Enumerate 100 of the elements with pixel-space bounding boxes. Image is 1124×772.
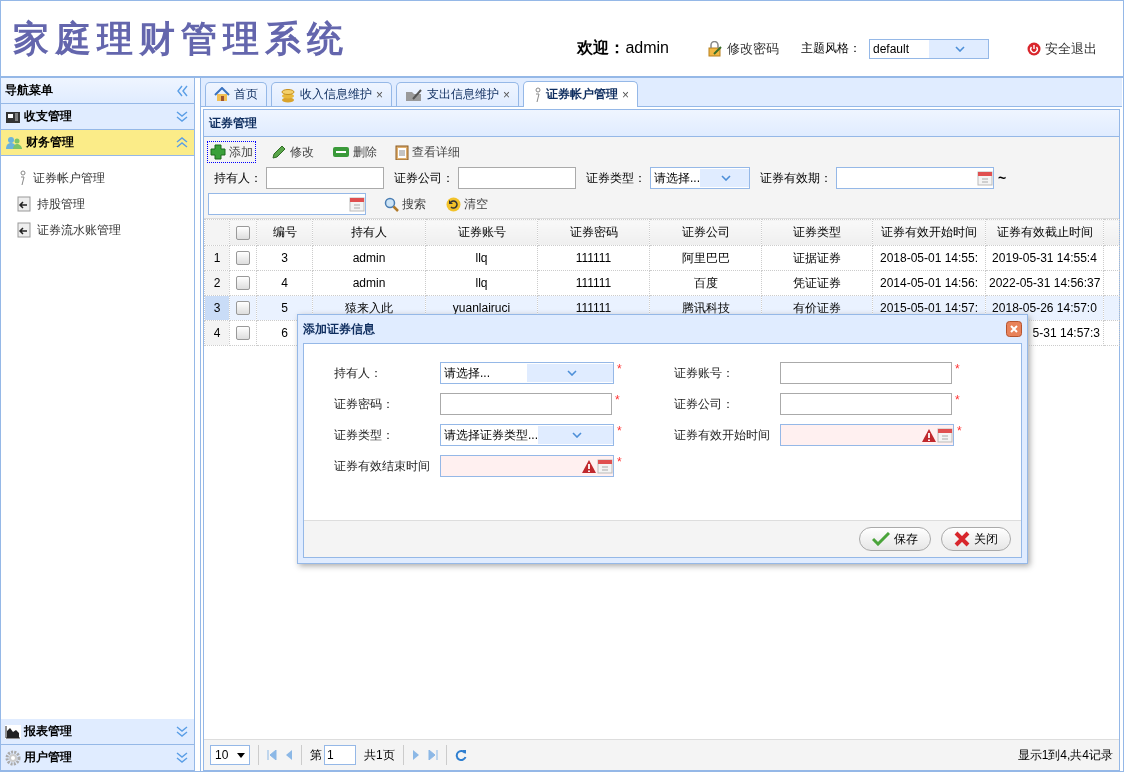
field-label: 证券账号： <box>674 364 735 382</box>
page-size-select[interactable]: 10 <box>210 745 250 765</box>
field-label: 持有人： <box>334 364 383 382</box>
table-cell: 111111 <box>537 270 650 296</box>
toolbar-button[interactable]: 添加 <box>208 142 255 162</box>
tab[interactable]: 证券帐户管理 × <box>523 81 639 107</box>
date-field[interactable] <box>780 424 954 446</box>
close-icon[interactable] <box>1006 321 1022 337</box>
chevron-down-icon <box>572 432 582 438</box>
pencil-icon <box>271 144 287 160</box>
tab[interactable]: 支出信息维护 × <box>396 82 520 106</box>
calendar-icon <box>937 427 953 443</box>
column-header[interactable]: 证券账号 <box>425 219 538 246</box>
info-icon <box>532 86 543 103</box>
next-page-icon <box>411 750 420 760</box>
table-cell: 2018-05-01 14:55: <box>872 245 986 271</box>
coins-icon <box>280 86 296 103</box>
area-chart-icon <box>5 724 21 739</box>
toolbar-button[interactable]: 查看详细 <box>393 142 462 162</box>
column-header[interactable]: 证券有效开始时间 <box>872 219 986 246</box>
checkbox[interactable] <box>236 225 250 240</box>
tab[interactable]: 收入信息维护 × <box>271 82 392 106</box>
date-field[interactable] <box>440 455 614 477</box>
table-cell: 4 <box>256 270 313 296</box>
first-page-icon <box>267 750 277 760</box>
column-header[interactable]: 证券密码 <box>537 219 650 246</box>
table-cell: 凭证证券 <box>761 270 873 296</box>
table-cell: 百度 <box>649 270 762 296</box>
close-icon[interactable]: × <box>376 87 383 102</box>
sidebar-item[interactable]: 证券流水账管理 <box>17 220 194 240</box>
accordion-header[interactable]: 报表管理 <box>1 719 194 745</box>
date-field[interactable] <box>836 167 994 189</box>
sidebar-title: 导航菜单 <box>5 82 53 99</box>
field-label: 证券类型： <box>586 169 646 187</box>
double-chevron-down-icon <box>176 752 188 763</box>
close-icon[interactable]: × <box>503 87 511 102</box>
chevron-down-icon <box>721 175 731 181</box>
checkbox[interactable] <box>236 326 250 341</box>
checkbox[interactable] <box>236 276 250 291</box>
logout-link[interactable]: 安全退出 <box>1027 39 1097 58</box>
change-password-link[interactable]: 修改密码 <box>707 39 779 58</box>
table-cell: 3 <box>256 245 313 271</box>
table-cell: 2019-05-31 14:55:4 <box>985 245 1104 271</box>
theme-label: 主题风格： <box>801 40 861 57</box>
table-cell: llq <box>425 270 538 296</box>
toolbar-button[interactable]: 修改 <box>269 142 316 162</box>
chevron-down-icon <box>955 45 965 52</box>
double-chevron-up-icon <box>176 137 188 148</box>
table-cell: 证据证券 <box>761 245 873 271</box>
accordion-header[interactable]: 财务管理 <box>1 130 194 156</box>
column-header[interactable]: 编号 <box>256 219 313 246</box>
filter-button[interactable]: 清空 <box>444 194 490 214</box>
minus-icon <box>332 146 350 158</box>
column-header[interactable]: 证券公司 <box>649 219 762 246</box>
column-header[interactable]: 持有人 <box>312 219 426 246</box>
dialog-button[interactable]: 保存 <box>859 527 931 551</box>
table-cell: llq <box>425 245 538 271</box>
accordion-header[interactable]: 用户管理 <box>1 745 194 771</box>
search-icon <box>384 196 399 212</box>
calendar-icon <box>349 196 365 212</box>
theme-select[interactable]: default <box>869 38 989 59</box>
double-chevron-left-icon <box>177 84 188 97</box>
text-field[interactable] <box>440 393 612 415</box>
date-field[interactable] <box>208 193 366 215</box>
table-cell: admin <box>312 245 426 271</box>
double-chevron-down-icon <box>176 111 188 122</box>
checkmark-icon <box>872 532 890 546</box>
close-icon[interactable]: × <box>622 87 630 102</box>
select-field[interactable]: 请选择证券类型... <box>440 424 614 446</box>
checkbox[interactable] <box>236 251 250 266</box>
required-mark: * <box>616 424 622 440</box>
toolbar-button[interactable]: 删除 <box>330 142 379 162</box>
accordion-header[interactable]: 收支管理 <box>1 104 194 130</box>
table-cell: 2014-05-01 14:56: <box>872 270 986 296</box>
cross-icon <box>954 531 970 547</box>
field-label: 持有人： <box>214 169 262 187</box>
dialog-button[interactable]: 关闭 <box>941 527 1011 551</box>
filter-button[interactable]: 搜索 <box>382 194 428 214</box>
text-field[interactable] <box>458 167 576 189</box>
page-input[interactable]: 1 <box>324 745 356 765</box>
text-field[interactable] <box>266 167 384 189</box>
sidebar-item[interactable]: 证券帐户管理 <box>17 168 194 188</box>
checkbox[interactable] <box>236 301 250 316</box>
required-mark: * <box>956 424 962 440</box>
field-label: 证券有效开始时间 <box>674 426 771 444</box>
column-header[interactable]: 证券类型 <box>761 219 873 246</box>
column-header[interactable]: 证券有效截止时间 <box>985 219 1104 246</box>
sidebar-item[interactable]: 持股管理 <box>17 194 194 214</box>
text-field[interactable] <box>780 393 952 415</box>
chevron-down-icon <box>566 370 577 376</box>
gear-icon <box>5 749 21 766</box>
select-field[interactable]: 请选择... <box>650 167 750 189</box>
tab[interactable]: 首页 <box>205 82 267 106</box>
range-separator: ~ <box>998 170 1007 186</box>
users-icon <box>5 135 23 150</box>
previous-page-icon <box>285 750 293 760</box>
select-field[interactable]: 请选择... <box>440 362 614 384</box>
row-number: 3 <box>204 295 230 321</box>
text-field[interactable] <box>780 362 952 384</box>
lock-pencil-icon <box>707 40 723 57</box>
